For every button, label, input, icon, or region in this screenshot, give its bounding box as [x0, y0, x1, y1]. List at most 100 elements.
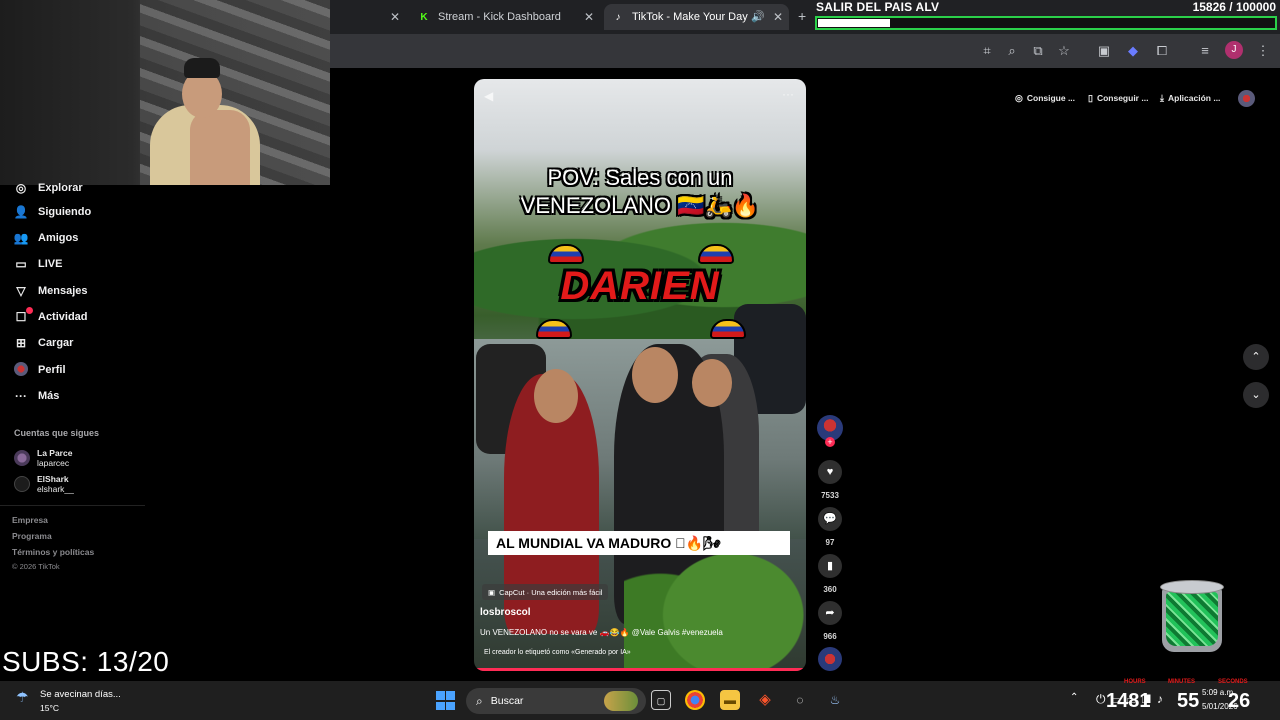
video-caption: POV: Sales con un VENEZOLANO 🇻🇪🛵🔥 [474, 164, 806, 220]
sidebar-item-explorar[interactable]: ◎ Explorar [12, 178, 83, 198]
sidebar-item-label: Amigos [38, 232, 79, 244]
comment-icon: 💬 [823, 513, 837, 525]
goal-progress-bar [815, 16, 1277, 30]
upload-icon: ⊞ [15, 336, 27, 350]
video-username[interactable]: losbroscol [480, 607, 531, 618]
steam-icon[interactable]: ♨ [825, 690, 845, 710]
tab-tiktok[interactable]: ♪ TikTok - Make Your Day 🔊 ✕ [604, 4, 789, 30]
following-account[interactable]: La Parce laparcec [14, 448, 72, 468]
comment-button[interactable]: 💬 [818, 507, 842, 531]
avatar [14, 450, 30, 466]
copilot-icon[interactable]: ◆ [1124, 42, 1142, 60]
sidebar-item-label: Mensajes [38, 285, 88, 297]
new-tab-icon[interactable]: + [798, 8, 806, 24]
music-disc-icon[interactable] [818, 647, 842, 671]
weather-title[interactable]: Se avecinan días... [40, 689, 121, 700]
search-icon: ⌕ [476, 693, 483, 708]
previous-video-button[interactable]: ⌃ [1243, 344, 1269, 370]
mute-icon[interactable]: ◀ [484, 89, 493, 103]
sidebar-item-mensajes[interactable]: ▽ Mensajes [12, 281, 88, 301]
video-description: Un VENEZOLANO no se vara ve 🚗😂🔥 @Vale Ga… [480, 628, 723, 637]
close-tab-icon[interactable]: ✕ [584, 10, 594, 24]
cast-icon[interactable]: ⧉ [1029, 42, 1047, 60]
tiktok-icon: ♪ [615, 11, 621, 23]
sidebar-item-siguiendo[interactable]: 👤 Siguiendo [12, 202, 92, 222]
chevron-down-icon: ⌄ [1251, 389, 1261, 401]
windows-start-icon[interactable] [436, 691, 455, 710]
subs-counter: SUBS: 13/20 [2, 646, 170, 677]
share-button[interactable]: ➦ [818, 601, 842, 625]
timer-minutes-label: MINUTES [1168, 679, 1195, 685]
profile-avatar[interactable]: J [1225, 41, 1243, 59]
coin-icon: ◎ [1015, 92, 1023, 103]
footer-link[interactable]: Términos y políticas [12, 547, 94, 557]
money-trash-can-overlay [1160, 580, 1224, 652]
speaker-icon[interactable]: 🔊 [751, 10, 765, 23]
timer-minutes: 55 [1177, 690, 1200, 712]
pill-label: Consigue ... [1026, 93, 1076, 103]
video-player[interactable]: ◀ ··· POV: Sales con un VENEZOLANO 🇻🇪🛵🔥 … [474, 79, 806, 671]
task-view-icon[interactable]: ▢ [651, 690, 671, 710]
media-icon[interactable]: ≡ [1196, 42, 1214, 60]
screen: ✕ K Stream - Kick Dashboard ✕ ♪ TikTok -… [0, 0, 1280, 720]
translate-icon[interactable]: ⌗ [978, 42, 996, 60]
footer-link[interactable]: Empresa [12, 515, 48, 525]
like-button[interactable]: ♥ [818, 460, 842, 484]
get-app-button[interactable]: ▯ Conseguir ... [1088, 90, 1148, 106]
chevron-up-icon: ⌃ [1251, 351, 1261, 363]
follow-plus-icon[interactable]: + [825, 437, 835, 447]
like-count: 7533 [821, 491, 839, 500]
chevron-up-icon[interactable]: ⌃ [1070, 692, 1078, 703]
chrome-icon[interactable] [685, 690, 705, 710]
following-icon: 👤 [13, 205, 29, 219]
weather-icon[interactable]: ☂ [16, 689, 29, 706]
video-progress-bar[interactable] [474, 668, 806, 671]
profile-avatar[interactable] [1238, 90, 1255, 107]
ai-label: El creador lo etiquetó como «Generado po… [484, 649, 631, 656]
sidebar-item-actividad[interactable]: ☐ Actividad [12, 307, 88, 327]
live-icon: ▭ [15, 257, 27, 271]
close-tab-icon[interactable]: ✕ [773, 10, 783, 24]
get-coins-button[interactable]: ◎ Consigue ... [1015, 90, 1075, 106]
brave-icon[interactable]: ◈ [755, 690, 775, 710]
next-video-button[interactable]: ⌄ [1243, 382, 1269, 408]
footer-link[interactable]: Programa [12, 531, 52, 541]
sidebar-item-label: Más [38, 390, 60, 402]
capcut-label: CapCut · Una edición más fácil [499, 587, 603, 597]
sidebar-item-mas[interactable]: ··· Más [12, 386, 59, 406]
taskbar-search[interactable]: ⌕ Buscar [466, 688, 646, 714]
tab-kick-dashboard[interactable]: K Stream - Kick Dashboard ✕ [410, 4, 600, 30]
sidebar-item-amigos[interactable]: 👥 Amigos [12, 228, 79, 248]
capcut-tag[interactable]: ▣ CapCut · Una edición más fácil [482, 584, 609, 600]
caption-line: VENEZOLANO 🇻🇪🛵🔥 [520, 193, 760, 218]
sidebar-item-label: Siguiendo [38, 206, 92, 218]
close-tab-icon[interactable]: ✕ [390, 10, 400, 24]
capcut-icon: ▣ [488, 587, 496, 597]
following-account[interactable]: ElShark elshark__ [14, 474, 74, 494]
following-section-title: Cuentas que sigues [14, 428, 100, 438]
avatar [14, 476, 30, 492]
notification-badge [26, 307, 33, 314]
timer-seconds-label: SECONDS [1218, 679, 1248, 685]
save-button[interactable]: ▮ [818, 554, 842, 578]
tab-title: Stream - Kick Dashboard [438, 11, 561, 23]
star-icon[interactable]: ☆ [1055, 42, 1073, 60]
menu-icon[interactable]: ⋮ [1254, 42, 1272, 60]
app-icon[interactable]: ◌ [790, 690, 810, 710]
messages-icon: ▽ [16, 284, 26, 298]
desktop-app-button[interactable]: ⤓ Aplicación ... [1160, 90, 1220, 106]
account-name: La Parce [37, 448, 73, 458]
sidebar-item-cargar[interactable]: ⊞ Cargar [12, 333, 74, 353]
puzzle-icon[interactable]: ⧠ [1153, 42, 1171, 60]
file-explorer-icon[interactable]: ▬ [720, 690, 740, 710]
timer-hours: 1481 [1106, 690, 1151, 712]
divider [0, 505, 145, 506]
weather-temp: 15°C [40, 703, 59, 713]
more-options-icon[interactable]: ··· [782, 87, 794, 101]
zoom-icon[interactable]: ⌕ [1003, 42, 1021, 60]
goal-progress-fill [818, 19, 890, 27]
sidebar-item-live[interactable]: ▭ LIVE [12, 254, 62, 274]
sidebar-item-perfil[interactable]: Perfil [12, 360, 66, 380]
search-highlight-image [604, 691, 638, 711]
extension-icon[interactable]: ▣ [1095, 42, 1113, 60]
